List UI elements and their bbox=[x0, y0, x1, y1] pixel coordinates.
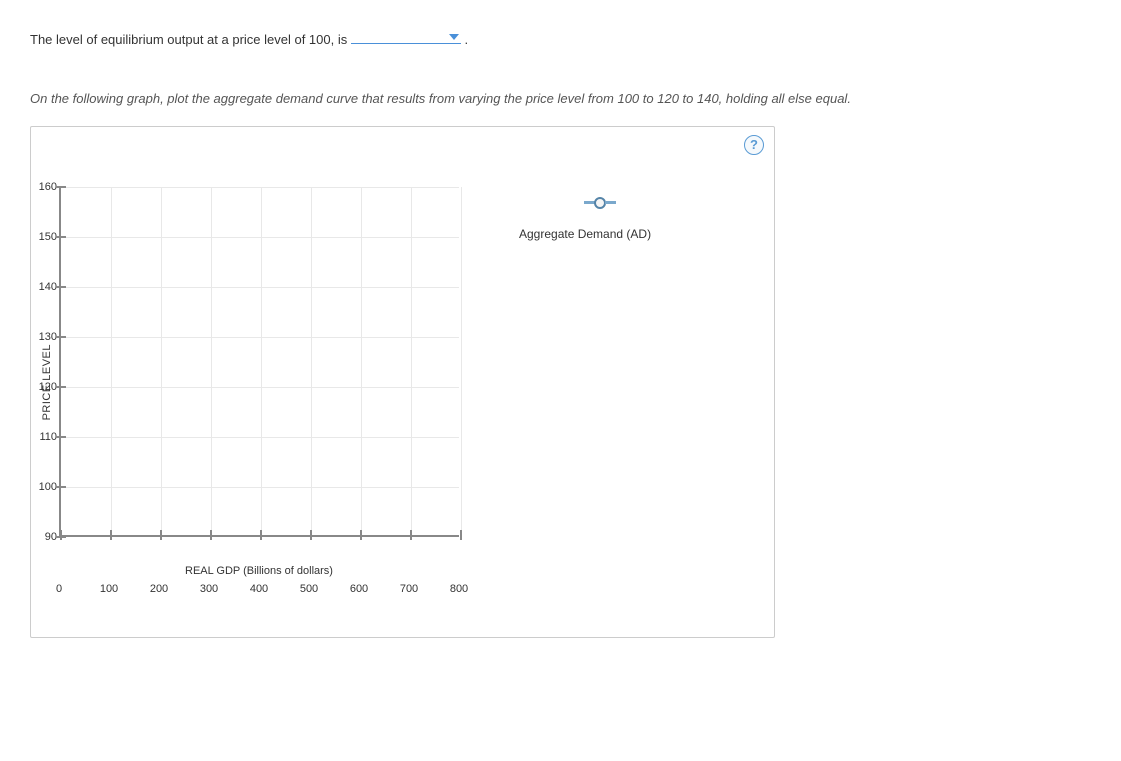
x-tick-label: 500 bbox=[300, 583, 318, 595]
help-icon[interactable]: ? bbox=[744, 135, 764, 155]
x-tick-label: 800 bbox=[450, 583, 468, 595]
plot-area[interactable] bbox=[59, 187, 459, 537]
x-tick-label: 300 bbox=[200, 583, 218, 595]
y-tick-label: 120 bbox=[29, 381, 57, 393]
legend: Aggregate Demand (AD) bbox=[519, 197, 651, 241]
x-tick-label: 400 bbox=[250, 583, 268, 595]
chart-region: PRICE LEVEL 90100110120130140150160 0100… bbox=[41, 187, 764, 577]
question-prefix: The level of equilibrium output at a pri… bbox=[30, 32, 351, 47]
chevron-down-icon bbox=[449, 34, 459, 40]
graph-panel: ? PRICE LEVEL 90100110120130140150160 01… bbox=[30, 126, 775, 638]
y-tick-label: 90 bbox=[29, 531, 57, 543]
x-tick-label: 200 bbox=[150, 583, 168, 595]
x-tick-label: 700 bbox=[400, 583, 418, 595]
y-tick-label: 130 bbox=[29, 331, 57, 343]
x-axis-label: REAL GDP (Billions of dollars) bbox=[59, 565, 459, 577]
x-tick-label: 0 bbox=[56, 583, 62, 595]
question-suffix: . bbox=[464, 32, 468, 47]
y-tick-label: 110 bbox=[29, 431, 57, 443]
legend-label-ad: Aggregate Demand (AD) bbox=[519, 227, 651, 241]
answer-dropdown[interactable] bbox=[351, 41, 461, 44]
graph-instruction: On the following graph, plot the aggrega… bbox=[30, 91, 1091, 106]
y-axis-ticks: 90100110120130140150160 bbox=[29, 187, 57, 537]
y-tick-label: 160 bbox=[29, 181, 57, 193]
question-text: The level of equilibrium output at a pri… bbox=[30, 30, 1091, 51]
y-tick-label: 150 bbox=[29, 231, 57, 243]
x-axis-ticks: 0100200300400500600700800 bbox=[59, 583, 459, 599]
y-tick-label: 100 bbox=[29, 481, 57, 493]
y-tick-label: 140 bbox=[29, 281, 57, 293]
legend-marker-ad[interactable] bbox=[549, 197, 651, 209]
x-tick-label: 600 bbox=[350, 583, 368, 595]
x-tick-label: 100 bbox=[100, 583, 118, 595]
